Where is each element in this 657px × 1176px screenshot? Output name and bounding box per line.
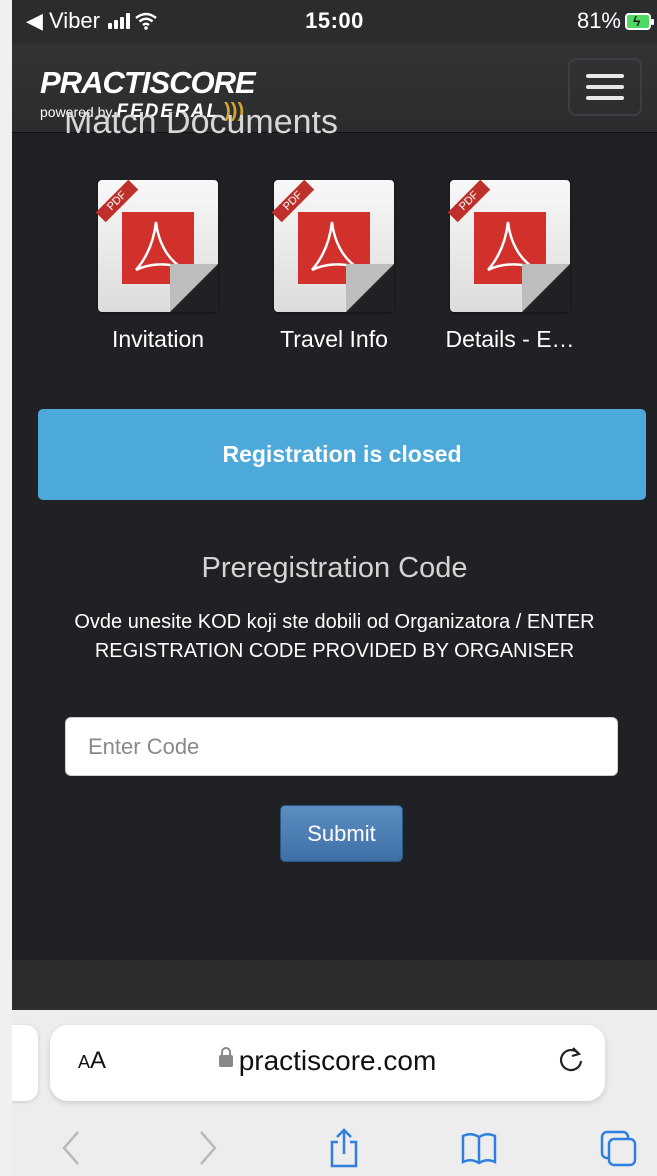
hamburger-menu-icon-bar (586, 85, 624, 89)
pdf-icon: PDF (447, 179, 570, 312)
document-invitation[interactable]: PDF Invitation (88, 179, 228, 353)
status-time: 15:00 (305, 8, 364, 33)
document-label[interactable]: Invitation (88, 326, 228, 353)
document-travel-info[interactable]: PDF Travel Info (264, 179, 404, 353)
tabs-icon[interactable] (598, 1128, 638, 1168)
battery-charging-icon: ϟ (625, 12, 654, 30)
address-bar[interactable]: AA practiscore.com (50, 1025, 605, 1101)
battery-percentage: 81% (576, 8, 621, 33)
document-label[interactable]: Details - E… (440, 326, 580, 353)
back-icon[interactable] (52, 1128, 92, 1168)
share-icon[interactable] (324, 1128, 364, 1168)
hamburger-menu-icon (586, 74, 624, 78)
section-heading: Match Documents (64, 112, 338, 134)
document-label[interactable]: Travel Info (264, 326, 404, 353)
pdf-icon: PDF (95, 179, 218, 312)
status-right: 81% ϟ (576, 8, 654, 34)
browser-viewport: ◀ Viber 15:00 81% ϟ PRACTISCORE powered … (12, 0, 657, 1176)
hamburger-menu-icon-bar (586, 96, 624, 100)
page-fold (346, 264, 394, 312)
preregistration-title: Preregistration Code (201, 552, 468, 584)
document-details[interactable]: PDF Details - E… (440, 179, 580, 353)
registration-closed-banner: Registration is closed (38, 409, 646, 500)
url-text: practiscore.com (238, 1045, 437, 1076)
preregistration-code-input[interactable] (65, 717, 618, 776)
previous-tab-peek[interactable] (12, 1025, 38, 1101)
status-bar: ◀ Viber 15:00 81% ϟ (12, 0, 657, 44)
reload-icon[interactable] (555, 1043, 587, 1075)
page-footer (12, 960, 657, 1012)
preregistration-instructions: Ovde unesite KOD koji ste dobili od Orga… (74, 611, 595, 662)
menu-button[interactable] (568, 58, 642, 116)
page-fold (170, 264, 218, 312)
url-display[interactable]: practiscore.com (50, 1045, 605, 1077)
bookmarks-icon[interactable] (459, 1128, 499, 1168)
logo-main-text: PRACTISCORE (40, 65, 256, 100)
forward-icon[interactable] (187, 1128, 227, 1168)
safari-toolbar: AA practiscore.com (12, 1010, 657, 1176)
pdf-icon: PDF (271, 179, 394, 312)
lock-icon (218, 1046, 233, 1067)
submit-button[interactable]: Submit (280, 805, 403, 862)
page-fold (522, 264, 570, 312)
